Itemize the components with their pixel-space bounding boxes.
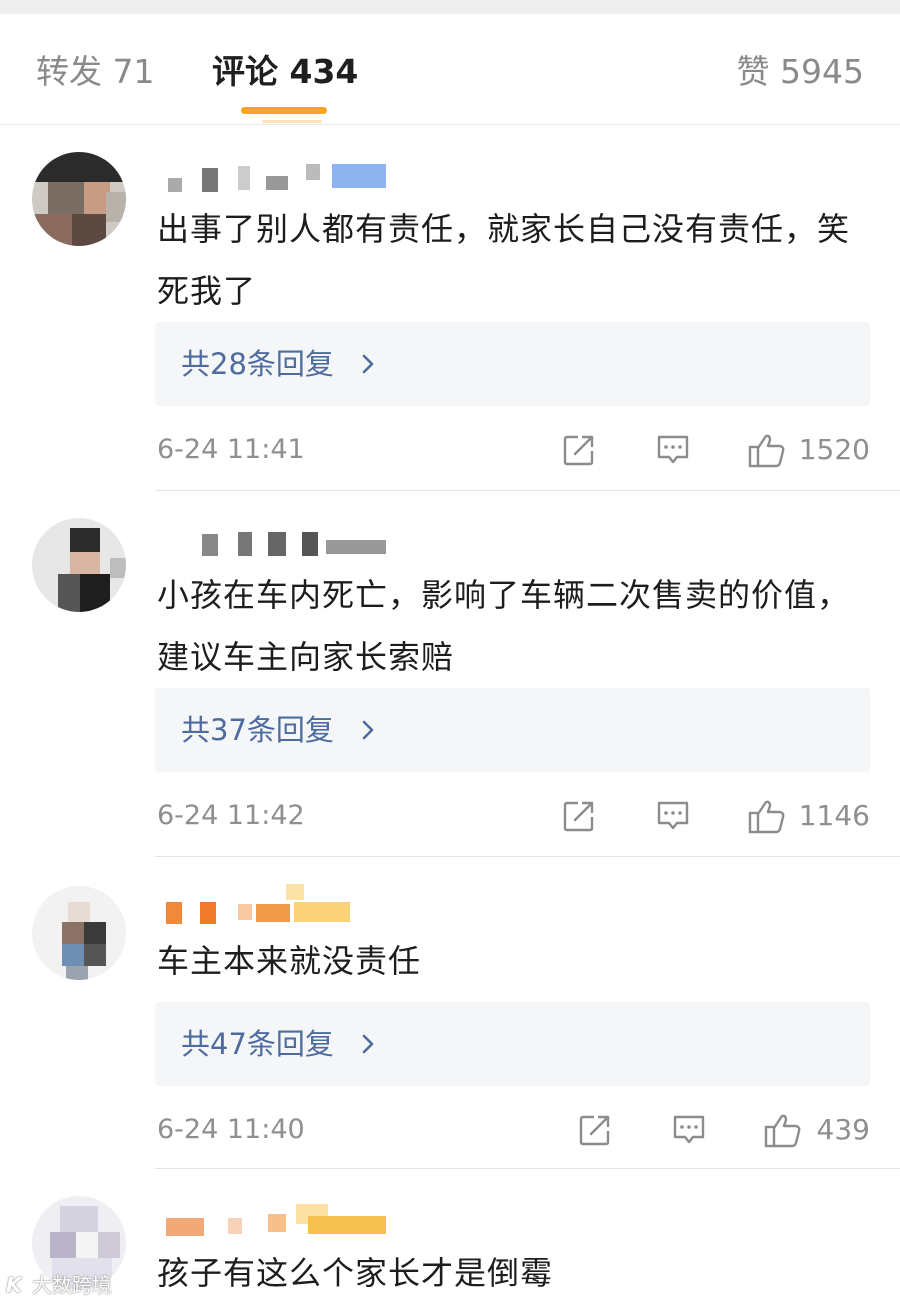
comment-text: 孩子有这么个家长才是倒霉: [157, 1254, 554, 1292]
avatar[interactable]: [32, 886, 126, 980]
view-replies-button[interactable]: 共37条回复: [155, 688, 870, 772]
username-blurred[interactable]: [160, 164, 460, 194]
tab-likes[interactable]: 赞 5945: [737, 52, 864, 92]
comment-icon[interactable]: [655, 798, 691, 834]
share-icon[interactable]: [561, 432, 597, 468]
comment-time: 6-24 11:42: [157, 800, 305, 831]
view-replies-button[interactable]: 共47条回复: [155, 1002, 870, 1086]
replies-count: 共47条回复: [181, 1027, 334, 1061]
active-tab-indicator-shadow: [262, 120, 322, 123]
view-replies-button[interactable]: 共28条回复: [155, 322, 870, 406]
chevron-right-icon: [362, 1034, 374, 1054]
comment-text: 车主本来就没责任: [157, 942, 422, 980]
share-icon[interactable]: [577, 1112, 613, 1148]
comment-text: 小孩在车内死亡，影响了车辆二次售卖的价值，建议车主向家长索赔: [157, 576, 851, 676]
replies-count: 共28条回复: [181, 347, 334, 381]
avatar[interactable]: [32, 152, 126, 246]
comment-icon[interactable]: [655, 432, 691, 468]
replies-count: 共37条回复: [181, 713, 334, 747]
like-icon[interactable]: [747, 432, 787, 470]
comment-meta: 6-24 11:42 1146: [157, 796, 870, 836]
comment-time: 6-24 11:41: [157, 434, 305, 465]
divider: [155, 856, 900, 857]
like-count: 1146: [798, 799, 870, 832]
divider: [155, 490, 900, 491]
comment-meta: 6-24 11:40 439: [157, 1110, 870, 1150]
comment-meta: 6-24 11:41 1520: [157, 430, 870, 470]
username-blurred[interactable]: [160, 530, 460, 560]
like-icon[interactable]: [747, 798, 787, 836]
tab-repost[interactable]: 转发 71: [36, 52, 154, 92]
comment-time: 6-24 11:40: [157, 1114, 305, 1145]
like-count: 1520: [798, 433, 870, 466]
comment-text: 出事了别人都有责任，就家长自己没有责任，笑死我了: [157, 210, 851, 310]
tab-bar: 转发 71 评论 434 赞 5945: [0, 14, 900, 125]
chevron-right-icon: [362, 720, 374, 740]
top-strip: [0, 0, 900, 14]
chevron-right-icon: [362, 354, 374, 374]
watermark-text: 大数跨境: [31, 1273, 112, 1297]
watermark: K 大数跨境: [6, 1272, 112, 1298]
watermark-logo: K: [6, 1273, 22, 1297]
like-count: 439: [816, 1113, 870, 1146]
share-icon[interactable]: [561, 798, 597, 834]
active-tab-indicator: [241, 107, 327, 114]
comment-icon[interactable]: [671, 1112, 707, 1148]
like-icon[interactable]: [763, 1112, 803, 1150]
username-blurred[interactable]: [160, 1204, 460, 1240]
username-blurred[interactable]: [160, 884, 460, 928]
tab-comments[interactable]: 评论 434: [212, 52, 358, 92]
divider: [155, 1168, 900, 1169]
avatar[interactable]: [32, 518, 126, 612]
